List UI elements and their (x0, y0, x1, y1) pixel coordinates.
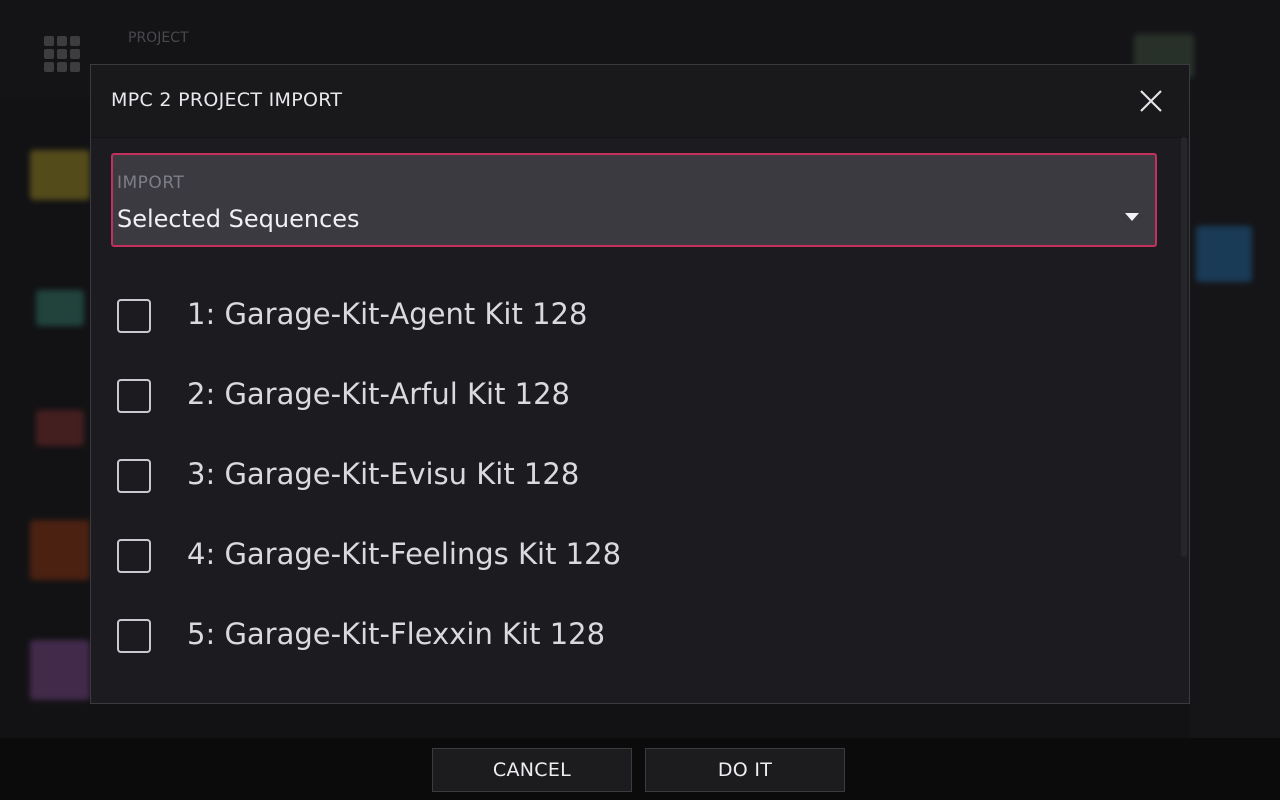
sequence-row[interactable]: 1: Garage-Kit-Agent Kit 128 (91, 279, 1171, 359)
background-track-thumb (36, 290, 84, 326)
scrollbar[interactable] (1181, 137, 1187, 557)
sequence-checkbox[interactable] (117, 619, 151, 653)
background-track-thumb (30, 150, 90, 200)
menu-grid-icon (44, 36, 80, 72)
background-track-thumb (30, 520, 90, 580)
sequence-row[interactable]: 2: Garage-Kit-Arful Kit 128 (91, 359, 1171, 439)
sequence-checkbox[interactable] (117, 539, 151, 573)
sequence-row[interactable]: 3: Garage-Kit-Evisu Kit 128 (91, 439, 1171, 519)
sequence-checkbox[interactable] (117, 379, 151, 413)
do-it-button[interactable]: DO IT (645, 748, 845, 792)
sequence-checkbox[interactable] (117, 459, 151, 493)
import-dropdown-label: IMPORT (117, 173, 185, 193)
background-right-column (1190, 100, 1280, 740)
dialog-body: IMPORT Selected Sequences 1: Garage-Kit-… (91, 137, 1189, 703)
background-app-title: PROJECT (128, 30, 189, 46)
sequence-row[interactable]: 4: Garage-Kit-Feelings Kit 128 (91, 519, 1171, 599)
sequence-label: 3: Garage-Kit-Evisu Kit 128 (187, 457, 580, 491)
import-dropdown[interactable]: IMPORT Selected Sequences (111, 153, 1157, 247)
sequence-label: 5: Garage-Kit-Flexxin Kit 128 (187, 617, 606, 651)
sequence-label: 4: Garage-Kit-Feelings Kit 128 (187, 537, 622, 571)
dialog-header: MPC 2 PROJECT IMPORT (91, 65, 1189, 138)
sequence-list: 1: Garage-Kit-Agent Kit 128 2: Garage-Ki… (91, 279, 1171, 679)
sequence-label: 1: Garage-Kit-Agent Kit 128 (187, 297, 588, 331)
background-track-thumb (30, 640, 90, 700)
cancel-button[interactable]: CANCEL (432, 748, 632, 792)
project-import-dialog: MPC 2 PROJECT IMPORT IMPORT Selected Seq… (90, 64, 1190, 704)
sequence-label: 2: Garage-Kit-Arful Kit 128 (187, 377, 571, 411)
background-track-thumb (36, 410, 84, 446)
close-icon (1140, 90, 1162, 112)
sequence-checkbox[interactable] (117, 299, 151, 333)
caret-down-icon (1125, 213, 1139, 221)
sequence-row[interactable]: 5: Garage-Kit-Flexxin Kit 128 (91, 599, 1171, 679)
import-dropdown-value: Selected Sequences (117, 205, 360, 233)
close-button[interactable] (1135, 85, 1167, 117)
background-button (1196, 226, 1252, 282)
dialog-title: MPC 2 PROJECT IMPORT (111, 89, 343, 111)
background-footer (0, 738, 1280, 800)
